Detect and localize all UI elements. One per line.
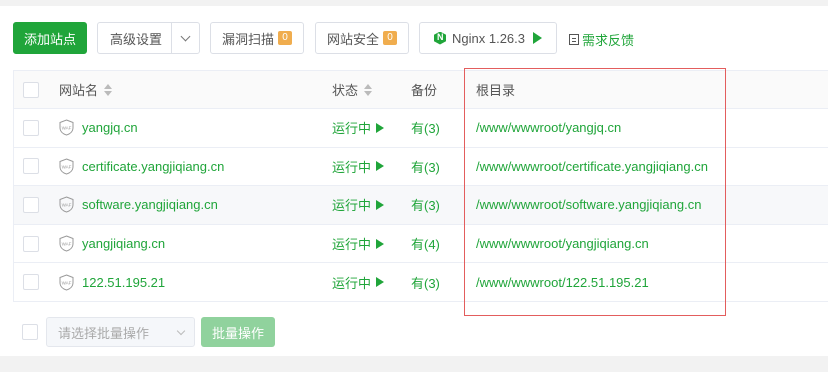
batch-select[interactable]: 请选择批量操作: [46, 317, 195, 347]
waf-shield-icon[interactable]: WAF: [59, 158, 74, 175]
row-checkbox[interactable]: [23, 274, 39, 291]
batch-action-button[interactable]: 批量操作: [201, 317, 275, 347]
site-security-badge: 0: [383, 31, 397, 45]
status-toggle[interactable]: 运行中: [332, 186, 385, 224]
vuln-scan-label: 漏洞扫描: [221, 31, 274, 47]
play-icon: [376, 122, 385, 133]
backup-link[interactable]: 有(3): [411, 148, 440, 186]
svg-text:WAF: WAF: [62, 242, 72, 247]
status-toggle[interactable]: 运行中: [332, 225, 385, 263]
table-row: WAF yangjq.cn 运行中 有(3) /www/wwwroot/yang…: [14, 109, 828, 148]
row-checkbox[interactable]: [23, 196, 39, 213]
column-header-status[interactable]: 状态: [332, 71, 373, 108]
table-header: 网站名 状态 备份 根目录: [14, 71, 828, 109]
column-header-backup: 备份: [411, 83, 438, 98]
svg-text:WAF: WAF: [62, 126, 72, 131]
waf-shield-icon[interactable]: WAF: [59, 119, 74, 136]
column-header-root: 根目录: [476, 83, 516, 98]
feedback-link[interactable]: 需求反馈: [569, 30, 634, 49]
backup-link[interactable]: 有(4): [411, 225, 440, 263]
table-row: WAF 122.51.195.21 运行中 有(3) /www/wwwroot/…: [14, 263, 828, 302]
sort-icon[interactable]: [364, 83, 373, 96]
row-checkbox[interactable]: [23, 158, 39, 175]
backup-link[interactable]: 有(3): [411, 109, 440, 147]
batch-footer: 请选择批量操作 批量操作: [13, 317, 828, 347]
footer-select-all-checkbox[interactable]: [22, 324, 38, 340]
status-toggle[interactable]: 运行中: [332, 109, 385, 147]
table-row: WAF software.yangjiqiang.cn 运行中 有(3) /ww…: [14, 186, 828, 225]
waf-shield-icon[interactable]: WAF: [59, 274, 74, 291]
chevron-down-icon[interactable]: [180, 31, 191, 42]
root-dir-link[interactable]: /www/wwwroot/yangjiqiang.cn: [476, 225, 649, 263]
backup-link[interactable]: 有(3): [411, 263, 440, 301]
waf-shield-icon[interactable]: WAF: [59, 235, 74, 252]
sort-icon[interactable]: [104, 83, 113, 96]
vuln-scan-button[interactable]: 漏洞扫描 0: [210, 22, 304, 54]
root-dir-link[interactable]: /www/wwwroot/software.yangjiqiang.cn: [476, 186, 701, 224]
vuln-scan-badge: 0: [278, 31, 292, 45]
advanced-settings-dropdown[interactable]: 高级设置: [97, 22, 200, 54]
status-toggle[interactable]: 运行中: [332, 148, 385, 186]
batch-select-placeholder: 请选择批量操作: [58, 325, 150, 341]
row-checkbox[interactable]: [23, 235, 39, 252]
feedback-label: 需求反馈: [582, 33, 635, 48]
feedback-icon: [569, 34, 579, 45]
root-dir-link[interactable]: /www/wwwroot/certificate.yangjiqiang.cn: [476, 148, 708, 186]
toolbar: 添加站点 高级设置 漏洞扫描 0 网站安全 0 Nginx 1.26.3 需求反…: [13, 22, 828, 54]
table-row: WAF certificate.yangjiqiang.cn 运行中 有(3) …: [14, 148, 828, 187]
site-security-label: 网站安全: [326, 31, 379, 47]
select-all-checkbox[interactable]: [23, 81, 39, 98]
chevron-down-icon: [176, 326, 186, 336]
sites-panel: 添加站点 高级设置 漏洞扫描 0 网站安全 0 Nginx 1.26.3 需求反…: [0, 6, 828, 356]
column-header-name[interactable]: 网站名: [59, 71, 113, 108]
site-name-link[interactable]: certificate.yangjiqiang.cn: [82, 159, 224, 174]
root-dir-link[interactable]: /www/wwwroot/yangjq.cn: [476, 109, 621, 147]
play-icon: [376, 161, 385, 172]
svg-text:WAF: WAF: [62, 280, 72, 285]
site-name-link[interactable]: 122.51.195.21: [82, 275, 165, 290]
play-icon: [533, 32, 542, 44]
root-dir-link[interactable]: /www/wwwroot/122.51.195.21: [476, 263, 649, 301]
site-name-link[interactable]: yangjiqiang.cn: [82, 236, 165, 251]
backup-link[interactable]: 有(3): [411, 186, 440, 224]
svg-text:WAF: WAF: [62, 164, 72, 169]
advanced-settings-label: 高级设置: [110, 31, 163, 47]
site-name-link[interactable]: software.yangjiqiang.cn: [82, 197, 218, 212]
play-icon: [376, 238, 385, 249]
nginx-label: Nginx 1.26.3: [452, 30, 525, 46]
site-security-button[interactable]: 网站安全 0: [315, 22, 409, 54]
split-divider: [171, 23, 172, 53]
nginx-button[interactable]: Nginx 1.26.3: [419, 22, 557, 54]
waf-shield-icon[interactable]: WAF: [59, 196, 74, 214]
row-checkbox[interactable]: [23, 119, 39, 136]
play-icon: [376, 277, 385, 288]
table-row: WAF yangjiqiang.cn 运行中 有(4) /www/wwwroot…: [14, 225, 828, 264]
site-name-link[interactable]: yangjq.cn: [82, 120, 138, 135]
nginx-icon: [434, 31, 446, 45]
status-toggle[interactable]: 运行中: [332, 263, 385, 301]
play-icon: [376, 199, 385, 210]
add-site-button[interactable]: 添加站点: [13, 22, 87, 54]
sites-table: 网站名 状态 备份 根目录 WAF yangjq.cn 运行中 有(3) /ww…: [13, 70, 828, 302]
svg-text:WAF: WAF: [62, 203, 72, 208]
